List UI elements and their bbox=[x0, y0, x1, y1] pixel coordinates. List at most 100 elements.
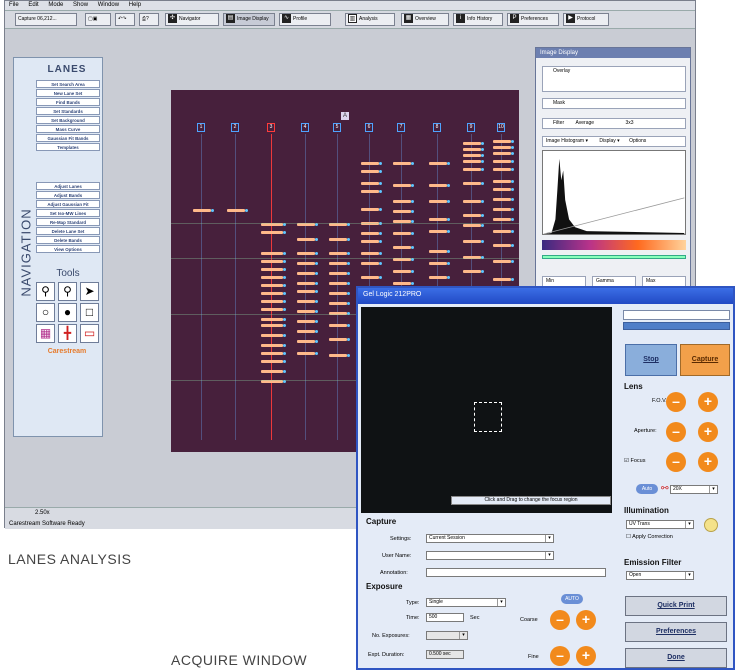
gel-band[interactable] bbox=[261, 324, 283, 327]
time-input[interactable]: 500 bbox=[426, 613, 464, 622]
gel-band[interactable] bbox=[493, 208, 511, 211]
gel-band[interactable] bbox=[429, 262, 447, 265]
apply-correction-checkbox[interactable]: ☐ Apply Correction bbox=[626, 534, 673, 540]
gel-band[interactable] bbox=[493, 152, 511, 155]
gel-band[interactable] bbox=[297, 272, 315, 275]
gel-band[interactable] bbox=[261, 370, 283, 373]
gel-band[interactable] bbox=[463, 182, 481, 185]
gel-band[interactable] bbox=[297, 252, 315, 255]
preferences-button[interactable]: P Preferences bbox=[507, 13, 559, 26]
user-name-select[interactable]: ▾ bbox=[426, 551, 554, 560]
gel-band[interactable] bbox=[329, 302, 347, 305]
nav-button[interactable]: Mass Curve bbox=[36, 125, 100, 133]
gel-band[interactable] bbox=[393, 200, 411, 203]
aperture-minus-button[interactable]: – bbox=[666, 422, 686, 442]
gel-band[interactable] bbox=[361, 182, 379, 185]
gel-band[interactable] bbox=[463, 240, 481, 243]
exposure-type-select[interactable]: Single ▾ bbox=[426, 598, 506, 607]
gel-band[interactable] bbox=[361, 162, 379, 165]
lane-header[interactable]: 5 bbox=[333, 123, 341, 132]
lane-header[interactable]: 6 bbox=[365, 123, 373, 132]
gel-band[interactable] bbox=[493, 160, 511, 163]
gel-band[interactable] bbox=[429, 200, 447, 203]
gel-band[interactable] bbox=[329, 354, 347, 357]
analysis-button[interactable]: ▥ Analysis bbox=[345, 13, 395, 26]
gel-band[interactable] bbox=[261, 352, 283, 355]
gel-band[interactable] bbox=[493, 218, 511, 221]
lane-header[interactable]: 3 bbox=[267, 123, 275, 132]
nav-button[interactable]: Set Standards bbox=[36, 107, 100, 115]
gel-band[interactable] bbox=[493, 230, 511, 233]
capture-select[interactable]: Capture 06,212... bbox=[15, 13, 77, 26]
gel-band[interactable] bbox=[361, 208, 379, 211]
mask-control[interactable]: Mask bbox=[542, 98, 686, 109]
lane-header[interactable]: 2 bbox=[231, 123, 239, 132]
fov-plus-button[interactable]: + bbox=[698, 392, 718, 412]
nav-button[interactable]: Delete Lane Set bbox=[36, 227, 100, 235]
gel-band[interactable] bbox=[463, 214, 481, 217]
gel-band[interactable] bbox=[297, 282, 315, 285]
overlay-control[interactable]: Overlay bbox=[542, 66, 686, 92]
fine-plus-button[interactable]: + bbox=[576, 646, 596, 666]
menu-mode[interactable]: Mode bbox=[44, 1, 67, 9]
focus-checkbox[interactable]: ☑ Focus bbox=[624, 458, 645, 464]
gel-band[interactable] bbox=[261, 334, 283, 337]
fine-minus-button[interactable]: – bbox=[550, 646, 570, 666]
fov-minus-button[interactable]: – bbox=[666, 392, 686, 412]
settings-select[interactable]: Current Session ▾ bbox=[426, 534, 554, 543]
nav-button[interactable]: Adjust Gaussian Fit bbox=[36, 200, 100, 208]
lane-header[interactable]: 7 bbox=[397, 123, 405, 132]
gel-band[interactable] bbox=[393, 162, 411, 165]
gel-band[interactable] bbox=[261, 300, 283, 303]
nav-button[interactable]: New Lane Set bbox=[36, 89, 100, 97]
gel-band[interactable] bbox=[493, 180, 511, 183]
nav-button[interactable]: Re-Map Standard bbox=[36, 218, 100, 226]
gel-band[interactable] bbox=[297, 330, 315, 333]
range-slider[interactable] bbox=[542, 255, 686, 259]
zoom-in-tool[interactable]: ⚲ bbox=[36, 282, 55, 301]
gel-band[interactable] bbox=[493, 140, 511, 143]
gel-band[interactable] bbox=[493, 260, 511, 263]
gel-band[interactable] bbox=[493, 244, 511, 247]
file-tools-group[interactable]: ▢▣ bbox=[85, 13, 111, 26]
aperture-plus-button[interactable]: + bbox=[698, 422, 718, 442]
num-exposures-select[interactable]: ▾ bbox=[426, 631, 468, 640]
nav-button[interactable]: Gaussian Fit Bands bbox=[36, 134, 100, 142]
zoom-select[interactable]: 20X ▾ bbox=[670, 485, 718, 494]
gel-band[interactable] bbox=[297, 300, 315, 303]
gel-band[interactable] bbox=[261, 268, 283, 271]
gel-band[interactable] bbox=[329, 292, 347, 295]
gel-band[interactable] bbox=[261, 292, 283, 295]
gel-band[interactable] bbox=[261, 308, 283, 311]
filter-control[interactable]: Filter Average 3x3 bbox=[542, 118, 686, 129]
gel-band[interactable] bbox=[429, 162, 447, 165]
print-tools-group[interactable]: ⎙? bbox=[139, 13, 159, 26]
nav-button[interactable]: Adjust Bands bbox=[36, 191, 100, 199]
navigator-button[interactable]: ✣ Navigator bbox=[165, 13, 219, 26]
gel-band[interactable] bbox=[261, 231, 283, 234]
preferences-dialog-button[interactable]: Preferences bbox=[625, 622, 727, 642]
lane-header[interactable]: 9 bbox=[467, 123, 475, 132]
gel-band[interactable] bbox=[329, 252, 347, 255]
gel-band[interactable] bbox=[493, 168, 511, 171]
gel-band[interactable] bbox=[329, 272, 347, 275]
capture-button[interactable]: Capture bbox=[680, 344, 730, 376]
lamp-icon[interactable] bbox=[704, 518, 718, 532]
menu-help[interactable]: Help bbox=[125, 1, 145, 9]
gel-band[interactable] bbox=[463, 168, 481, 171]
gel-band[interactable] bbox=[463, 142, 481, 145]
grid-tool[interactable]: ▦ bbox=[36, 324, 55, 343]
lane-header[interactable]: 8 bbox=[433, 123, 441, 132]
gel-band[interactable] bbox=[429, 218, 447, 221]
gel-band[interactable] bbox=[297, 320, 315, 323]
lens-auto-button[interactable]: Auto bbox=[636, 484, 658, 494]
gel-band[interactable] bbox=[429, 250, 447, 253]
gel-band[interactable] bbox=[429, 184, 447, 187]
pointer-tool[interactable]: ➤ bbox=[80, 282, 99, 301]
protocol-button[interactable]: ▶ Protocol bbox=[563, 13, 609, 26]
gel-band[interactable] bbox=[463, 270, 481, 273]
gel-band[interactable] bbox=[227, 209, 245, 212]
nav-button[interactable]: Set Background bbox=[36, 116, 100, 124]
lane-header[interactable]: 10 bbox=[497, 123, 505, 132]
gel-band[interactable] bbox=[261, 260, 283, 263]
